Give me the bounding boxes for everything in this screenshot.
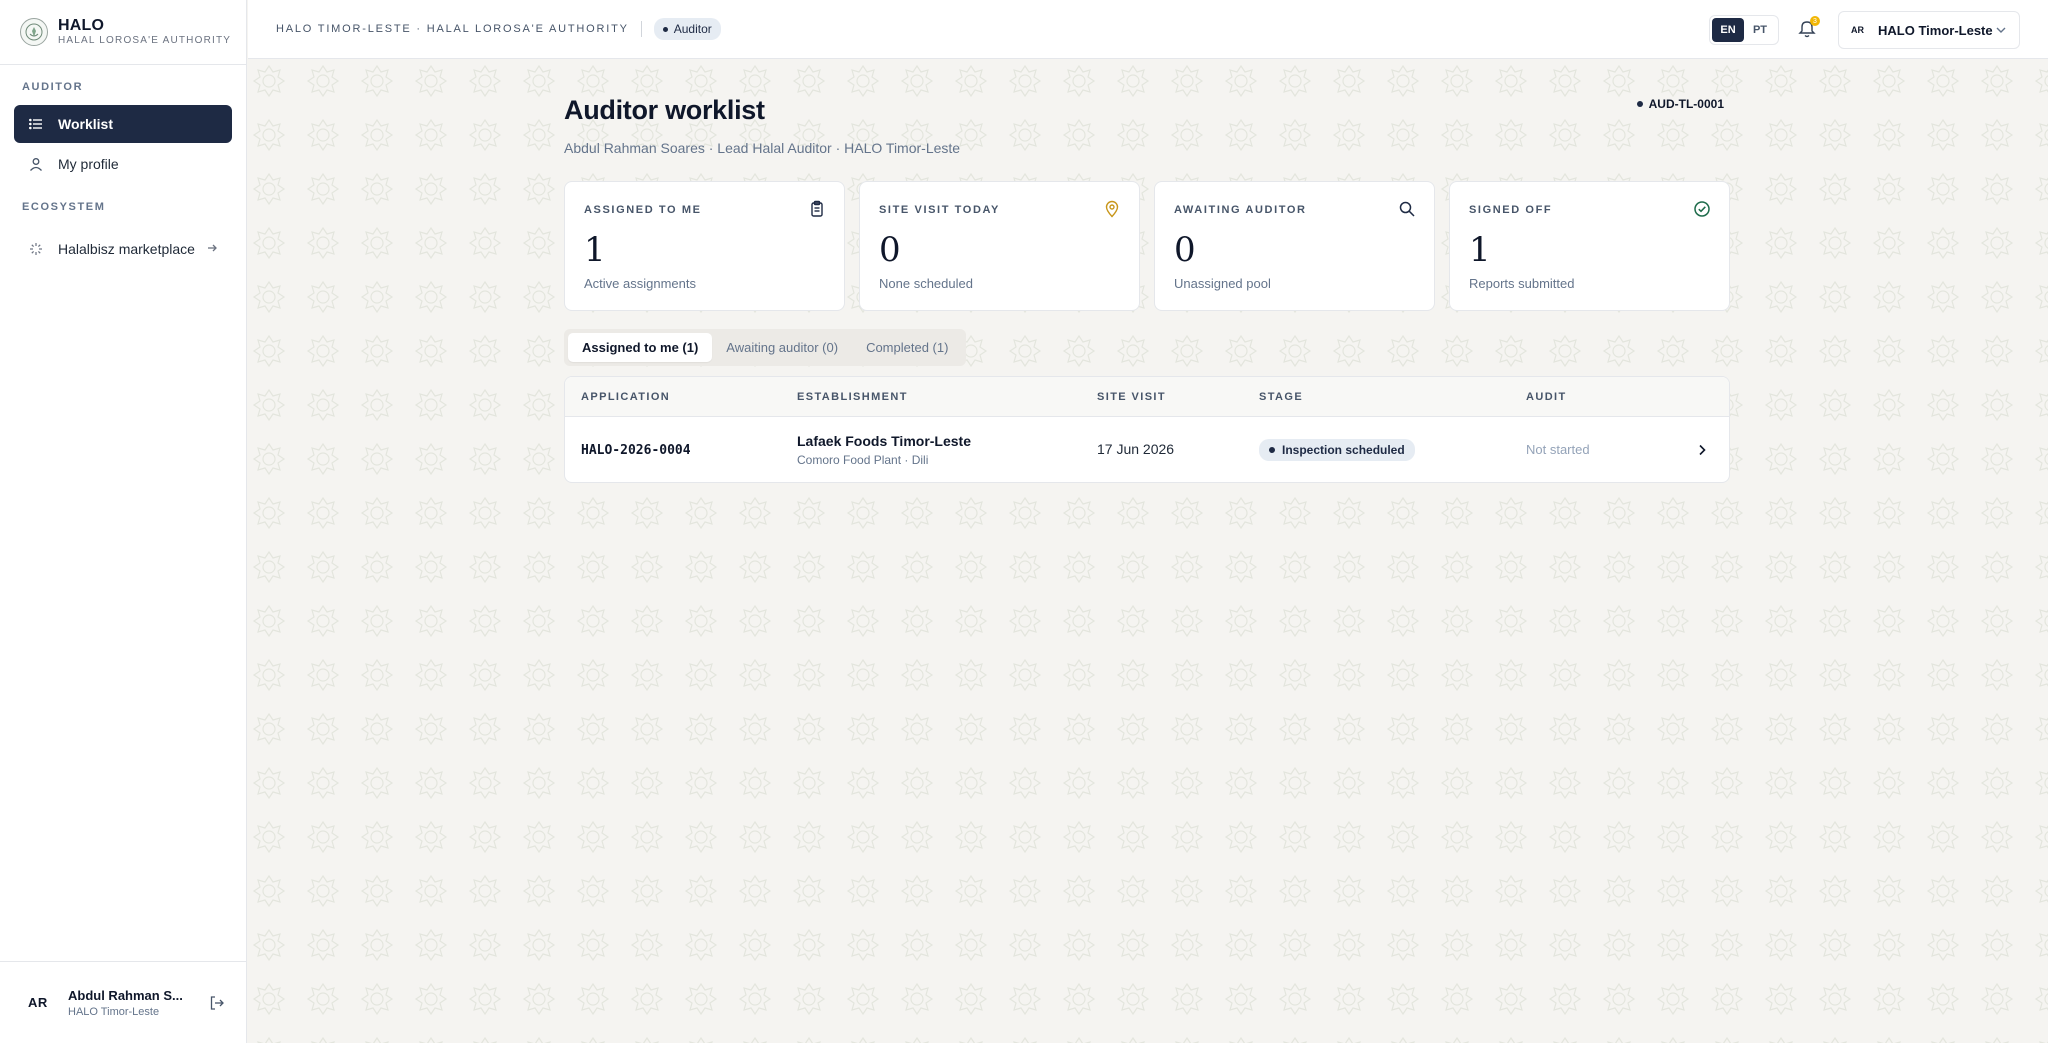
search-icon [1399, 201, 1415, 217]
status-dot [1636, 101, 1643, 107]
stat-value: 1 [1469, 230, 1491, 270]
column-header-site-visit: SITE VISIT [1097, 390, 1167, 403]
sidebar-item-label: My profile [58, 156, 119, 172]
breadcrumb: HALO TIMOR-LESTE · HALAL LOROSA'E AUTHOR… [276, 23, 629, 35]
role-badge: Auditor [653, 18, 721, 40]
divider [640, 21, 642, 37]
stat-label: SITE VISIT TODAY [879, 204, 1000, 216]
nav-section-auditor: AUDITOR [22, 81, 84, 93]
table-header: APPLICATION ESTABLISHMENT SITE VISIT STA… [565, 377, 1729, 417]
worklist-content: Auditor worklist Abdul Rahman Soares · L… [564, 95, 1730, 483]
map-pin-icon [1105, 200, 1119, 218]
language-en-button[interactable]: EN [1712, 18, 1744, 42]
language-switcher: EN PT [1709, 15, 1779, 45]
tab-assigned-to-me[interactable]: Assigned to me (1) [568, 333, 713, 362]
column-header-application: APPLICATION [581, 390, 671, 403]
stage-label: Inspection scheduled [1282, 442, 1405, 457]
application-id: HALO-2026-0004 [581, 442, 691, 458]
worklist-tabs: Assigned to me (1) Awaiting auditor (0) … [564, 329, 967, 366]
auditor-id: AUD-TL-0001 [1648, 97, 1724, 111]
column-header-stage: STAGE [1259, 390, 1304, 403]
establishment-name: Lafaek Foods Timor-Leste [797, 432, 972, 449]
topbar: HALO TIMOR-LESTE · HALAL LOROSA'E AUTHOR… [248, 0, 2048, 59]
clipboard-icon [811, 200, 823, 217]
tab-completed[interactable]: Completed (1) [852, 333, 962, 362]
nav-section-ecosystem: ECOSYSTEM [22, 201, 106, 213]
status-dot [662, 26, 668, 32]
check-circle-icon [1694, 201, 1710, 217]
sidebar-item-label: Halalbisz marketplace [58, 240, 195, 257]
stat-note: Unassigned pool [1174, 276, 1271, 291]
avatar: AR [28, 995, 48, 1010]
user-org: HALO Timor-Leste [68, 1005, 160, 1018]
user-menu[interactable]: AR Abdul Rahman S... HALO Timor-Leste [0, 961, 247, 1043]
sidebar-item-halalbisz-marketplace[interactable]: Halalbisz marketplace [14, 225, 232, 273]
sidebar-item-worklist[interactable]: Worklist [14, 105, 232, 143]
sidebar-item-label: Worklist [58, 116, 113, 132]
column-header-audit: AUDIT [1526, 390, 1567, 403]
org-switcher[interactable]: AR HALO Timor-Leste [1838, 11, 2020, 49]
brand-name: HALO [58, 17, 105, 34]
sidebar-item-my-profile[interactable]: My profile [14, 145, 232, 183]
column-header-establishment: ESTABLISHMENT [797, 390, 908, 403]
stat-value: 0 [879, 230, 901, 270]
org-avatar: AR [1851, 25, 1864, 35]
stat-card-signed-off: SIGNED OFF 1 Reports submitted [1449, 181, 1730, 311]
table-row[interactable]: HALO-2026-0004 Lafaek Foods Timor-Leste … [565, 417, 1729, 482]
stat-note: None scheduled [879, 276, 973, 291]
stat-label: ASSIGNED TO ME [584, 204, 702, 216]
stat-card-assigned: ASSIGNED TO ME 1 Active assignments [564, 181, 845, 311]
stat-card-awaiting: AWAITING AUDITOR 0 Unassigned pool [1154, 181, 1435, 311]
stat-note: Reports submitted [1469, 276, 1575, 291]
stat-label: SIGNED OFF [1469, 204, 1553, 216]
establishment-location: Comoro Food Plant · Dili [797, 452, 929, 467]
language-pt-button[interactable]: PT [1744, 18, 1776, 42]
stat-card-site-visit: SITE VISIT TODAY 0 None scheduled [859, 181, 1140, 311]
stats-row: ASSIGNED TO ME 1 Active assignments SITE… [564, 181, 1730, 311]
brand[interactable]: HALO HALAL LOROSA'E AUTHORITY [0, 0, 246, 65]
notifications-button[interactable]: 3 [1798, 16, 1820, 41]
role-label: Auditor [673, 22, 712, 36]
auditor-id-badge: AUD-TL-0001 [1636, 97, 1724, 111]
user-icon [28, 156, 44, 172]
stat-value: 0 [1174, 230, 1196, 270]
stat-value: 1 [584, 230, 606, 270]
user-name: Abdul Rahman S... [68, 987, 183, 1003]
page-subtitle: Abdul Rahman Soares · Lead Halal Auditor… [564, 140, 961, 156]
arrow-right-icon [206, 241, 218, 257]
chevron-down-icon [1996, 27, 2006, 33]
org-name: HALO Timor-Leste [1878, 22, 1993, 38]
stage-badge: Inspection scheduled [1259, 438, 1415, 461]
audit-status: Not started [1526, 442, 1590, 457]
site-visit-date: 17 Jun 2026 [1097, 440, 1175, 457]
logout-icon[interactable] [208, 994, 226, 1012]
stat-label: AWAITING AUDITOR [1174, 204, 1307, 216]
worklist-table: APPLICATION ESTABLISHMENT SITE VISIT STA… [564, 376, 1730, 483]
list-icon [28, 116, 44, 132]
tab-awaiting-auditor[interactable]: Awaiting auditor (0) [712, 333, 852, 362]
stat-note: Active assignments [584, 276, 696, 291]
chevron-right-icon[interactable] [1695, 443, 1709, 457]
halo-logo-icon [20, 18, 48, 46]
status-dot [1269, 446, 1275, 453]
brand-subtitle: HALAL LOROSA'E AUTHORITY [58, 35, 232, 46]
notification-count-badge: 3 [1810, 16, 1820, 26]
page-title: Auditor worklist [564, 95, 765, 125]
main-area: HALO TIMOR-LESTE · HALAL LOROSA'E AUTHOR… [248, 0, 2048, 1043]
sidebar: HALO HALAL LOROSA'E AUTHORITY AUDITOR Wo… [0, 0, 247, 1043]
sparkle-icon [28, 241, 44, 257]
